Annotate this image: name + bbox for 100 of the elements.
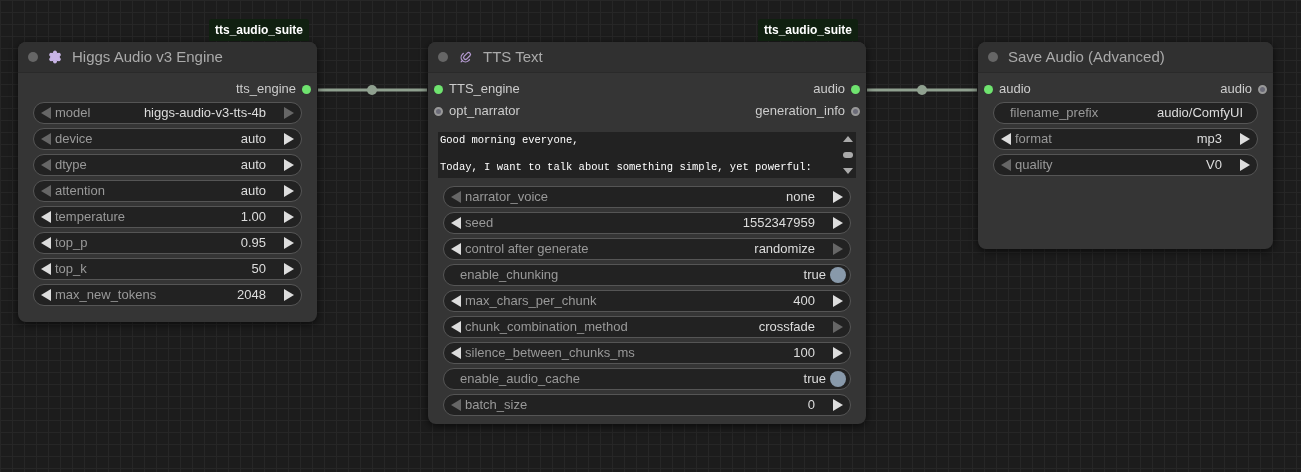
arrow-left-icon[interactable] [41, 211, 51, 223]
node-title-bar[interactable]: Save Audio (Advanced) [978, 42, 1273, 73]
node-card[interactable] [428, 42, 866, 424]
node-title: Higgs Audio v3 Engine [72, 46, 223, 67]
gear-icon [48, 50, 62, 64]
arrow-left-icon[interactable] [451, 347, 461, 359]
toggle-widget[interactable]: enable_chunking true [443, 264, 851, 286]
combo-widget[interactable]: attention auto [33, 180, 302, 202]
arrow-left-icon[interactable] [451, 295, 461, 307]
node-card[interactable]: Save Audio (Advanced) audio audio filename_prefix audio/ComfyUI format mp3 quality V0 [978, 42, 1273, 249]
combo-widget[interactable]: max_chars_per_chunk 400 [443, 290, 851, 312]
widget-label: top_k [55, 260, 87, 279]
widget-label: model [55, 104, 91, 123]
widget-value: 1.00 [240, 208, 266, 227]
widget-value: true [803, 266, 826, 285]
widget-label: max_new_tokens [55, 286, 157, 305]
widget-value: 100 [793, 344, 815, 363]
widget-value: none [786, 188, 815, 207]
combo-widget[interactable]: batch_size 0 [443, 394, 851, 416]
combo-widget[interactable]: chunk_combination_method crossfade [443, 316, 851, 338]
arrow-right-icon[interactable] [1240, 133, 1250, 145]
combo-widget[interactable]: device auto [33, 128, 302, 150]
arrow-left-icon[interactable] [41, 289, 51, 301]
node-title-bar[interactable]: Higgs Audio v3 Engine [18, 42, 317, 73]
widget-label: seed [465, 214, 494, 233]
output-label: audio [1220, 80, 1252, 99]
node-card[interactable]: Higgs Audio v3 Engine tts_engine model higgs-audio-v3-tts-4b device auto dtype auto attention auto temperature 1.00 top_p 0.95 top_k 50 max_new_tokens 2048 [18, 42, 317, 322]
arrow-right-icon[interactable] [284, 159, 294, 171]
combo-widget[interactable]: narrator_voice none [443, 186, 851, 208]
toggle-widget[interactable]: enable_audio_cache true [443, 368, 851, 390]
input-label: TTS_engine [449, 80, 520, 99]
widget-label: enable_chunking [460, 266, 559, 285]
node-badge: tts_audio_suite [757, 19, 858, 41]
arrow-right-icon[interactable] [284, 289, 294, 301]
combo-widget[interactable]: temperature 1.00 [33, 206, 302, 228]
arrow-left-icon[interactable] [451, 217, 461, 229]
widget-value: 0 [807, 396, 815, 415]
output-label: tts_engine [236, 80, 296, 99]
text-widget[interactable]: filename_prefix audio/ComfyUI [993, 102, 1258, 124]
widget-label: format [1015, 130, 1052, 149]
widget-label: max_chars_per_chunk [465, 292, 597, 311]
input-label: opt_narrator [449, 102, 520, 121]
widget-label: dtype [55, 156, 87, 175]
arrow-right-icon[interactable] [284, 237, 294, 249]
arrow-right-icon[interactable] [284, 263, 294, 275]
arrow-right-icon[interactable] [833, 191, 843, 203]
combo-widget[interactable]: quality V0 [993, 154, 1258, 176]
input-label: audio [999, 80, 1031, 99]
widget-value: auto [240, 156, 266, 175]
text-content: Good morning everyone, Today, I want to talk about something simple, yet powerful: [439, 133, 813, 175]
combo-widget[interactable]: silence_between_chunks_ms 100 [443, 342, 851, 364]
widget-label: chunk_combination_method [465, 318, 628, 337]
arrow-left-icon[interactable] [41, 237, 51, 249]
output-label: audio [813, 80, 845, 99]
toggle-knob[interactable] [830, 267, 846, 283]
arrow-right-icon[interactable] [833, 347, 843, 359]
widget-value: randomize [754, 240, 815, 259]
combo-widget[interactable]: top_k 50 [33, 258, 302, 280]
arrow-right-icon[interactable] [833, 295, 843, 307]
combo-widget[interactable]: seed 1552347959 [443, 212, 851, 234]
widget-value: V0 [1206, 156, 1222, 175]
widget-label: enable_audio_cache [460, 370, 580, 389]
widget-value: true [803, 370, 826, 389]
arrow-right-icon[interactable] [1240, 159, 1250, 171]
arrow-left-icon[interactable] [1001, 133, 1011, 145]
combo-widget[interactable]: control after generate randomize [443, 238, 851, 260]
widget-label: control after generate [465, 240, 589, 259]
node-badge: tts_audio_suite [208, 19, 309, 41]
arrow-right-icon[interactable] [284, 185, 294, 197]
combo-widget[interactable]: max_new_tokens 2048 [33, 284, 302, 306]
widget-label: quality [1015, 156, 1053, 175]
widget-value: higgs-audio-v3-tts-4b [143, 104, 266, 123]
widget-label: batch_size [465, 396, 528, 415]
toggle-knob[interactable] [830, 371, 846, 387]
link-line[interactable] [867, 85, 977, 95]
arrow-left-icon[interactable] [41, 263, 51, 275]
combo-widget[interactable]: top_p 0.95 [33, 232, 302, 254]
widget-label: attention [55, 182, 105, 201]
combo-widget[interactable]: format mp3 [993, 128, 1258, 150]
arrow-left-icon[interactable] [451, 243, 461, 255]
arrow-left-icon[interactable] [451, 321, 461, 333]
arrow-right-icon[interactable] [284, 133, 294, 145]
widget-value: crossfade [758, 318, 815, 337]
widget-value: auto [240, 182, 266, 201]
combo-widget[interactable]: dtype auto [33, 154, 302, 176]
widget-value: audio/ComfyUI [1157, 104, 1243, 123]
arrow-right-icon[interactable] [833, 399, 843, 411]
node-title-bar[interactable]: TTS Text [428, 42, 866, 73]
widget-label: temperature [55, 208, 126, 227]
node-title: TTS Text [483, 46, 543, 67]
link-line[interactable] [318, 85, 427, 95]
text-area[interactable]: Good morning everyone, Today, I want to talk about something simple, yet powerful: [438, 132, 856, 178]
widget-value: mp3 [1196, 130, 1222, 149]
widget-value: 2048 [237, 286, 266, 305]
widget-value: 1552347959 [742, 214, 815, 233]
widget-label: narrator_voice [465, 188, 549, 207]
arrow-right-icon[interactable] [284, 211, 294, 223]
widget-value: auto [240, 130, 266, 149]
arrow-right-icon[interactable] [833, 217, 843, 229]
widget-label: top_p [55, 234, 88, 253]
